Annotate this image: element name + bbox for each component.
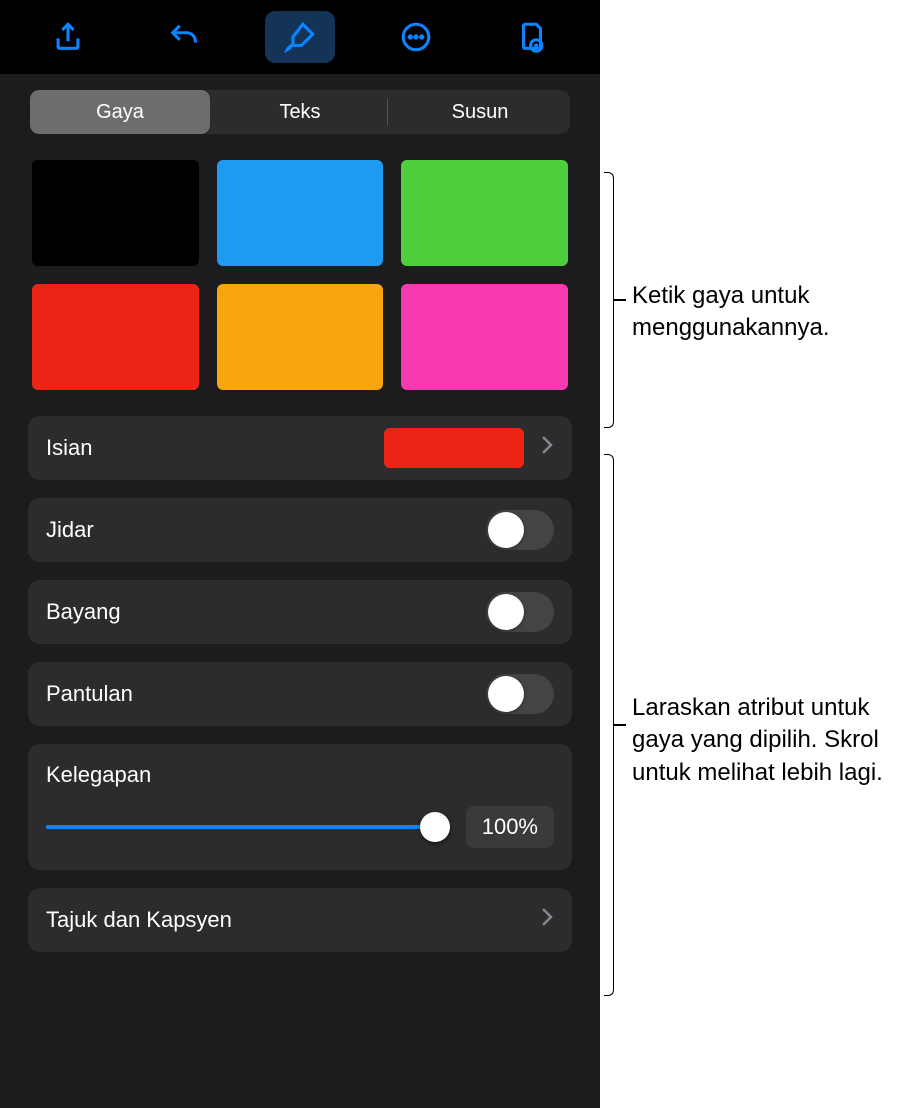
slider-thumb[interactable] (420, 812, 450, 842)
style-swatch-0[interactable] (32, 160, 199, 266)
callout-tick (614, 299, 626, 301)
document-view-button[interactable] (497, 11, 567, 63)
tab-text[interactable]: Teks (210, 90, 390, 134)
format-brush-icon (283, 20, 317, 54)
callout-styles-text: Ketik gaya untuk menggunakannya. (632, 282, 829, 341)
toggle-knob (488, 676, 524, 712)
border-row: Jidar (28, 498, 572, 562)
device-panel: Gaya Teks Susun Isian (0, 0, 600, 1108)
chevron-right-icon (540, 906, 554, 934)
style-grid (14, 154, 586, 416)
more-button[interactable] (381, 11, 451, 63)
callout-attrs: Laraskan atribut untuk gaya yang dipilih… (632, 692, 907, 789)
style-swatch-2[interactable] (401, 160, 568, 266)
toggle-knob (488, 512, 524, 548)
document-view-icon (515, 20, 549, 54)
shadow-toggle[interactable] (486, 592, 554, 632)
callout-bracket-attrs (604, 454, 614, 996)
format-tabs: Gaya Teks Susun (30, 90, 570, 134)
title-caption-label: Tajuk dan Kapsyen (46, 907, 540, 933)
callout-bracket-styles (604, 172, 614, 428)
shadow-label: Bayang (46, 599, 486, 625)
undo-icon (167, 20, 201, 54)
reflection-row: Pantulan (28, 662, 572, 726)
shadow-row: Bayang (28, 580, 572, 644)
style-swatch-4[interactable] (217, 284, 384, 390)
tab-arrange[interactable]: Susun (390, 90, 570, 134)
callout-tick (614, 724, 626, 726)
undo-button[interactable] (149, 11, 219, 63)
toggle-knob (488, 594, 524, 630)
tab-style[interactable]: Gaya (30, 90, 210, 134)
chevron-right-icon (540, 434, 554, 462)
title-caption-row[interactable]: Tajuk dan Kapsyen (28, 888, 572, 952)
reflection-toggle[interactable] (486, 674, 554, 714)
tab-arrange-label: Susun (452, 101, 509, 124)
fill-color-chip (384, 428, 524, 468)
style-swatch-3[interactable] (32, 284, 199, 390)
format-button[interactable] (265, 11, 335, 63)
border-label: Jidar (46, 517, 486, 543)
opacity-value[interactable]: 100% (466, 806, 554, 848)
share-button[interactable] (33, 11, 103, 63)
opacity-row: Kelegapan 100% (28, 744, 572, 870)
reflection-label: Pantulan (46, 681, 486, 707)
callout-styles: Ketik gaya untuk menggunakannya. (632, 280, 902, 345)
style-swatch-5[interactable] (401, 284, 568, 390)
callout-attrs-text: Laraskan atribut untuk gaya yang dipilih… (632, 694, 883, 786)
format-panel: Gaya Teks Susun Isian (0, 74, 600, 1108)
tab-style-label: Gaya (96, 101, 144, 124)
tab-text-label: Teks (279, 101, 320, 124)
fill-label: Isian (46, 435, 384, 461)
share-icon (51, 20, 85, 54)
style-swatch-1[interactable] (217, 160, 384, 266)
top-toolbar (0, 0, 600, 74)
fill-row[interactable]: Isian (28, 416, 572, 480)
opacity-slider[interactable] (46, 814, 448, 840)
more-icon (399, 20, 433, 54)
opacity-label: Kelegapan (46, 762, 554, 788)
border-toggle[interactable] (486, 510, 554, 550)
